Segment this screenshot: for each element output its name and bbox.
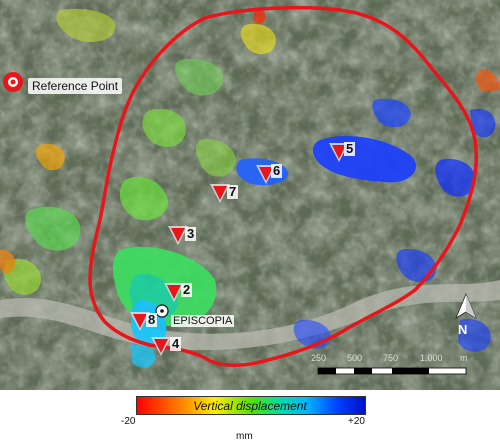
point-label-3: 3 (185, 226, 197, 241)
scale-label-0: 250 (311, 353, 327, 363)
color-scale-max: +20 (348, 416, 365, 427)
north-label: N (458, 322, 468, 337)
scale-bar (317, 367, 467, 375)
reference-point-label: Reference Point (28, 78, 123, 94)
map-canvas (0, 0, 500, 390)
color-scale-min: -20 (121, 416, 136, 427)
point-label-5: 5 (344, 141, 356, 156)
scale-label-unit: m (460, 353, 468, 363)
color-scale-title: Vertical displacement (193, 399, 307, 413)
color-scale-unit: mm (236, 431, 253, 442)
point-label-8: 8 (146, 312, 158, 327)
episcopia-town-marker (155, 304, 169, 318)
scale-label-1: 500 (347, 353, 363, 363)
point-label-7: 7 (227, 184, 239, 199)
satellite-map: Reference Point EPISCOPIA N 2 3 4 5 6 7 … (0, 0, 500, 390)
point-label-6: 6 (271, 163, 283, 178)
point-label-2: 2 (181, 282, 193, 297)
point-label-4: 4 (170, 336, 182, 351)
scale-label-2: 750 (383, 353, 399, 363)
reference-point-marker (3, 72, 23, 92)
scale-label-3: 1.000 (420, 353, 443, 363)
town-label: EPISCOPIA (171, 315, 235, 327)
